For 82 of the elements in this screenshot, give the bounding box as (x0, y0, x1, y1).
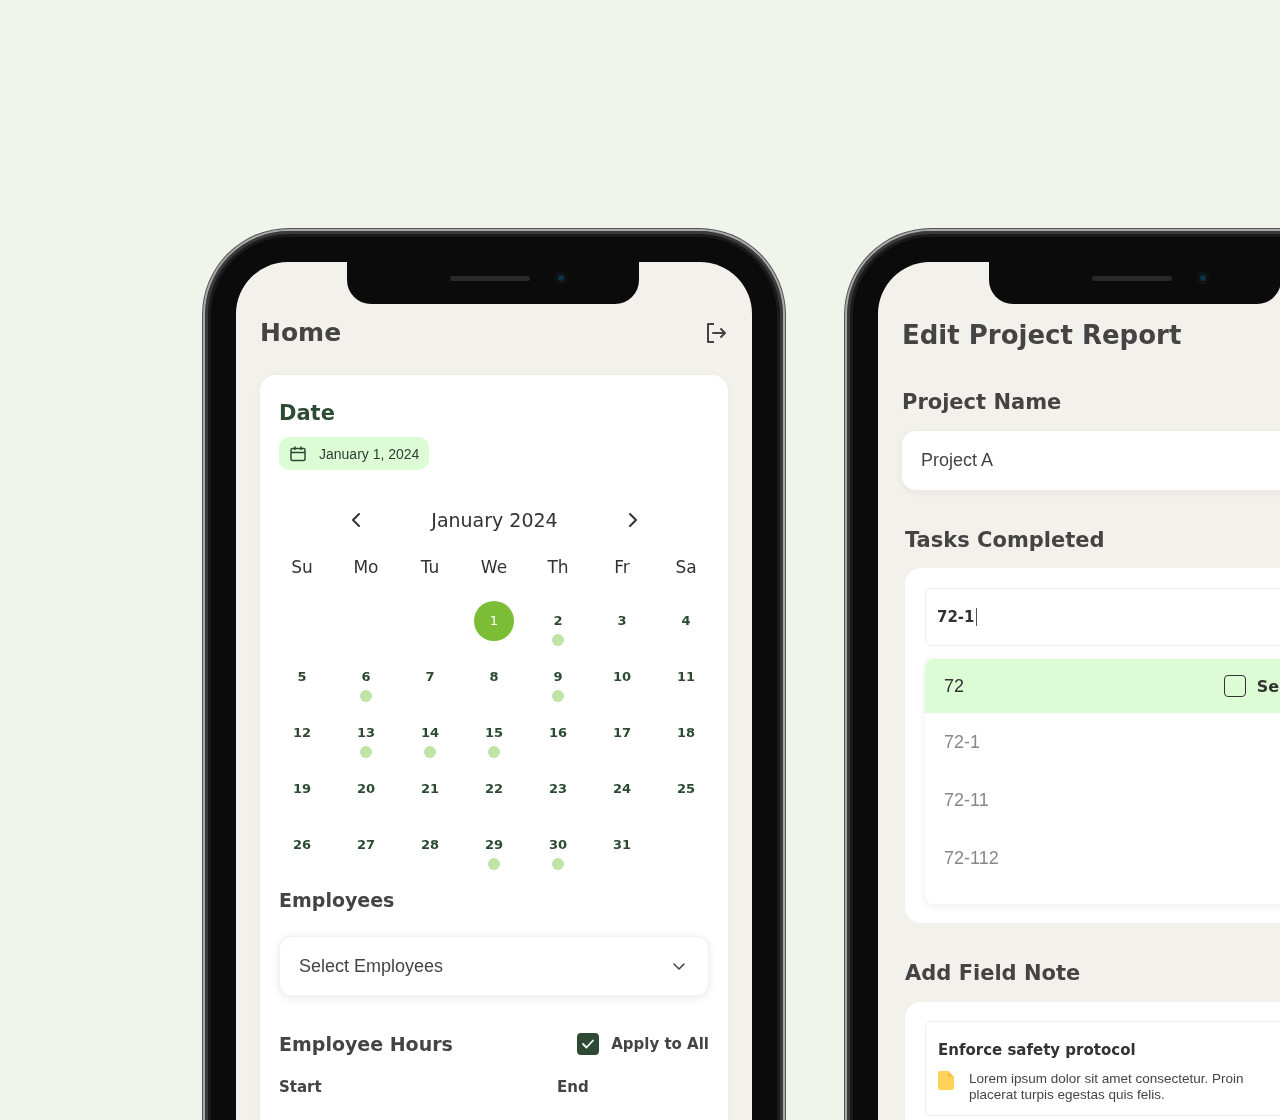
checkbox[interactable] (577, 1033, 600, 1055)
calendar-day[interactable]: 14 (420, 719, 440, 747)
dropdown-option[interactable]: 72-11 (925, 771, 1280, 829)
calendar-day[interactable]: 18 (676, 719, 696, 747)
option-label: 72-1 (944, 731, 981, 753)
camera-lens (1197, 272, 1209, 284)
calendar-day[interactable]: 13 (356, 719, 376, 747)
calendar-day[interactable]: 5 (292, 663, 312, 691)
note-card[interactable]: Enforce safety protocol Lorem ipsum dolor sit amet consectetur. Proin placerat turpis egestas quis felis. (925, 1021, 1280, 1116)
dropdown-option[interactable]: 72-1 (925, 713, 1280, 771)
calendar-day[interactable]: 16 (548, 719, 568, 747)
task-search-field[interactable]: 72-1 (925, 588, 1280, 646)
dropdown-placeholder: Select Employees (299, 955, 444, 977)
calendar-day[interactable]: 21 (420, 775, 440, 803)
column-label: Start (279, 1077, 323, 1097)
checkbox-label: Se (1256, 676, 1279, 696)
dropdown-option[interactable]: 72-112 (925, 829, 1280, 887)
option-label: 72-11 (944, 789, 989, 811)
checkbox[interactable] (1223, 675, 1246, 697)
checkbox-label: Apply to All (611, 1035, 709, 1053)
field-value: Project A (921, 450, 994, 471)
calendar-day[interactable]: 9 (548, 663, 568, 691)
section-heading: Tasks Completed (905, 527, 1106, 554)
weekday-label: Su (290, 556, 314, 579)
calendar-day[interactable]: 22 (484, 775, 504, 803)
screen-title: Edit Project Report (902, 319, 1183, 352)
weekday-label: Sa (674, 556, 698, 579)
column-label: End (557, 1077, 590, 1097)
employee-dropdown[interactable]: Select Employees (279, 936, 709, 996)
note-title: Enforce safety protocol (938, 1040, 1137, 1060)
dropdown-option[interactable]: 72 Se (925, 659, 1280, 713)
weekday-label: We (479, 556, 509, 579)
calendar-day[interactable]: 25 (676, 775, 696, 803)
logout-icon[interactable] (704, 321, 728, 345)
date-chip[interactable]: January 1, 2024 (279, 437, 430, 470)
calendar-day[interactable]: 8 (484, 663, 504, 691)
weekday-label: Fr (613, 556, 631, 579)
calendar-icon (289, 444, 307, 463)
section-heading: Employees (279, 888, 396, 913)
text-cursor (975, 608, 977, 626)
chevron-left-icon[interactable] (350, 512, 362, 528)
calendar-day[interactable]: 15 (484, 719, 504, 747)
option-label: 72-112 (944, 847, 999, 869)
field-value: 72-1 (937, 608, 975, 626)
camera-lens (555, 272, 567, 284)
calendar-day[interactable]: 24 (612, 775, 632, 803)
weekday-label: Mo (352, 556, 380, 579)
calendar-day[interactable]: 23 (548, 775, 568, 803)
chevron-down-icon (672, 961, 686, 971)
calendar-day[interactable]: 11 (676, 663, 696, 691)
month-title: January 2024 (431, 509, 558, 531)
calendar-day[interactable]: 30 (548, 831, 568, 859)
calendar-day[interactable]: 29 (484, 831, 504, 859)
date-text: January 1, 2024 (319, 445, 420, 462)
calendar-day[interactable]: 27 (356, 831, 376, 859)
calendar-day[interactable]: 31 (612, 831, 632, 859)
note-text: Lorem ipsum dolor sit amet consectetur. Proin placerat turpis egestas quis felis. (969, 1071, 1245, 1103)
weekday-label: Th (546, 556, 570, 579)
section-heading: Date (279, 400, 336, 427)
calendar-day[interactable]: 7 (420, 663, 440, 691)
calendar-day[interactable]: 19 (292, 775, 312, 803)
weekday-label: Tu (419, 556, 441, 579)
calendar-day[interactable]: 26 (292, 831, 312, 859)
project-name-field[interactable]: Project A (902, 431, 1280, 490)
calendar-day[interactable]: 10 (612, 663, 632, 691)
calendar-day[interactable]: 28 (420, 831, 440, 859)
option-label: 72 (944, 675, 965, 697)
calendar-day[interactable]: 6 (356, 663, 376, 691)
document-icon (938, 1071, 954, 1090)
calendar-day[interactable]: 17 (612, 719, 632, 747)
check-icon (581, 1038, 596, 1050)
calendar-day[interactable]: 4 (676, 607, 696, 635)
calendar-day[interactable]: 12 (292, 719, 312, 747)
calendar-day[interactable]: 20 (356, 775, 376, 803)
screen-title: Home (260, 317, 342, 349)
calendar-day[interactable]: 2 (548, 607, 568, 635)
calendar-day[interactable]: 3 (612, 607, 632, 635)
chevron-right-icon[interactable] (627, 512, 639, 528)
section-heading: Employee Hours (279, 1032, 453, 1057)
section-heading: Project Name (902, 389, 1063, 416)
apply-to-all-checkbox[interactable]: Apply to All (577, 1033, 709, 1055)
section-heading: Add Field Note (905, 960, 1082, 987)
